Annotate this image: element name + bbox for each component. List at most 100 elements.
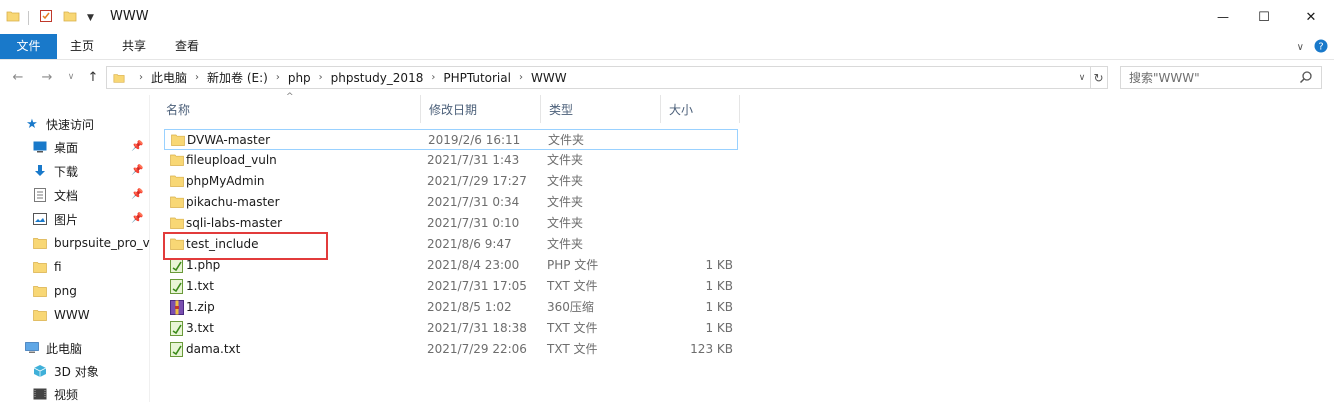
- address-bar[interactable]: › 此电脑 › 新加卷 (E:) › php › phpstudy_2018 ›…: [106, 66, 1091, 89]
- sidebar-item-label: 3D 对象: [54, 364, 99, 379]
- column-header-name[interactable]: 名称: [158, 95, 421, 123]
- sidebar-item-label: 图片: [54, 212, 79, 227]
- up-arrow-icon[interactable]: ↑: [84, 68, 102, 86]
- properties-icon[interactable]: [39, 9, 53, 26]
- breadcrumb-this-pc[interactable]: 此电脑: [151, 69, 187, 86]
- maximize-button[interactable]: ☐: [1241, 0, 1287, 34]
- breadcrumb-separator[interactable]: ›: [276, 72, 280, 83]
- file-name: 1.txt: [186, 279, 214, 293]
- 3d-objects-icon: [32, 364, 48, 378]
- sidebar-item-label: 下载: [54, 164, 79, 179]
- tab-share[interactable]: 共享: [112, 34, 156, 59]
- navigation-pane: ★ 快速访问 桌面 📌 下载 📌 文档 📌 图片 📌 burpsuite_pro…: [0, 95, 150, 402]
- tab-file[interactable]: 文件: [0, 34, 57, 59]
- breadcrumb-separator[interactable]: ›: [519, 72, 523, 83]
- svg-text:?: ?: [1318, 42, 1323, 53]
- window-title: WWW: [110, 9, 149, 24]
- file-type: 文件夹: [547, 237, 584, 251]
- breadcrumb-drive-e[interactable]: 新加卷 (E:): [207, 69, 268, 86]
- recent-locations-chevron-icon[interactable]: ∨: [62, 68, 80, 86]
- breadcrumb-separator[interactable]: ›: [431, 72, 435, 83]
- folder-icon: [170, 153, 184, 168]
- folder-icon: [32, 260, 48, 274]
- file-type: 文件夹: [548, 133, 585, 147]
- text-file-icon: [170, 342, 184, 357]
- breadcrumb-phpstudy[interactable]: phpstudy_2018: [331, 71, 424, 85]
- sidebar-item-label: burpsuite_pro_v: [54, 236, 150, 250]
- sidebar-item-this-pc[interactable]: 此电脑: [24, 337, 174, 359]
- pin-icon: 📌: [131, 213, 144, 224]
- file-type: 文件夹: [547, 216, 584, 230]
- file-modified-date: 2019/2/6 16:11: [428, 133, 521, 147]
- help-icon[interactable]: ?: [1314, 39, 1328, 56]
- file-modified-date: 2021/8/6 9:47: [427, 237, 512, 251]
- breadcrumb-separator[interactable]: ›: [195, 72, 199, 83]
- folder-icon: [170, 174, 184, 189]
- file-modified-date: 2021/7/31 17:05: [427, 279, 527, 293]
- refresh-icon[interactable]: ↻: [1090, 66, 1108, 89]
- file-row[interactable]: 3.txt 2021/7/31 18:38 TXT 文件 1 KB: [164, 318, 738, 339]
- breadcrumb-separator: ›: [139, 72, 143, 83]
- file-row[interactable]: fileupload_vuln 2021/7/31 1:43 文件夹: [164, 150, 738, 171]
- file-modified-date: 2021/7/29 22:06: [427, 342, 527, 356]
- address-dropdown-chevron-icon[interactable]: ∨: [1075, 70, 1089, 86]
- folder-icon: [6, 9, 20, 26]
- file-name: 3.txt: [186, 321, 214, 335]
- pin-icon: 📌: [131, 189, 144, 200]
- minimize-button[interactable]: —: [1200, 0, 1246, 34]
- column-header-size[interactable]: 大小: [661, 95, 740, 123]
- search-box[interactable]: 搜索"WWW": [1120, 66, 1322, 89]
- file-row[interactable]: phpMyAdmin 2021/7/29 17:27 文件夹: [164, 171, 738, 192]
- search-icon[interactable]: [1299, 70, 1313, 87]
- file-name: DVWA-master: [187, 133, 271, 147]
- computer-icon: [24, 341, 40, 355]
- close-button[interactable]: ✕: [1288, 0, 1334, 34]
- pin-icon: 📌: [131, 141, 144, 152]
- file-size: [644, 213, 733, 234]
- file-row[interactable]: 1.txt 2021/7/31 17:05 TXT 文件 1 KB: [164, 276, 738, 297]
- file-row[interactable]: pikachu-master 2021/7/31 0:34 文件夹: [164, 192, 738, 213]
- file-row[interactable]: sqli-labs-master 2021/7/31 0:10 文件夹: [164, 213, 738, 234]
- file-type: TXT 文件: [547, 279, 598, 293]
- breadcrumb-php[interactable]: php: [288, 71, 311, 85]
- sidebar-item-quick-access[interactable]: ★ 快速访问: [24, 113, 174, 135]
- text-file-icon: [170, 258, 184, 273]
- file-row[interactable]: dama.txt 2021/7/29 22:06 TXT 文件 123 KB: [164, 339, 738, 360]
- breadcrumb-separator[interactable]: ›: [319, 72, 323, 83]
- column-header-type[interactable]: 类型: [541, 95, 661, 123]
- file-modified-date: 2021/7/31 1:43: [427, 153, 520, 167]
- file-type: PHP 文件: [547, 258, 599, 272]
- file-type: TXT 文件: [547, 321, 598, 335]
- search-placeholder: 搜索"WWW": [1129, 71, 1200, 85]
- document-icon: [32, 188, 48, 202]
- folder-icon: [32, 284, 48, 298]
- file-type: TXT 文件: [547, 342, 598, 356]
- ribbon-tabs: 文件 主页 共享 查看 ∨ ?: [0, 34, 1334, 60]
- expand-ribbon-icon[interactable]: ∨: [1297, 42, 1304, 53]
- file-row[interactable]: 1.zip 2021/8/5 1:02 360压缩 1 KB: [164, 297, 738, 318]
- tab-view[interactable]: 查看: [165, 34, 209, 59]
- forward-arrow-icon[interactable]: →: [38, 68, 56, 86]
- back-arrow-icon[interactable]: ←: [9, 68, 27, 86]
- sidebar-item-label: 快速访问: [46, 117, 95, 132]
- breadcrumb-www[interactable]: WWW: [531, 71, 567, 85]
- file-type: 360压缩: [547, 300, 594, 314]
- file-name: sqli-labs-master: [186, 216, 283, 230]
- column-header-date[interactable]: 修改日期: [421, 95, 541, 123]
- folder-icon: [113, 72, 125, 84]
- file-name: pikachu-master: [186, 195, 280, 209]
- star-icon: ★: [26, 116, 38, 132]
- video-icon: [32, 387, 48, 401]
- file-name: 1.zip: [186, 300, 215, 314]
- file-row[interactable]: DVWA-master 2019/2/6 16:11 文件夹: [164, 129, 738, 150]
- file-modified-date: 2021/7/29 17:27: [427, 174, 527, 188]
- file-list: ^ 名称 修改日期 类型 大小 DVWA-master 2019/2/6 16:1…: [158, 92, 1334, 402]
- text-file-icon: [170, 279, 184, 294]
- new-folder-icon[interactable]: [63, 9, 77, 26]
- annotation-red-box: [163, 232, 328, 260]
- file-type: 文件夹: [547, 174, 584, 188]
- breadcrumb-phptutorial[interactable]: PHPTutorial: [443, 71, 511, 85]
- pin-icon: 📌: [131, 165, 144, 176]
- tab-home[interactable]: 主页: [60, 34, 104, 59]
- customize-toolbar-icon[interactable]: ▼: [87, 13, 94, 23]
